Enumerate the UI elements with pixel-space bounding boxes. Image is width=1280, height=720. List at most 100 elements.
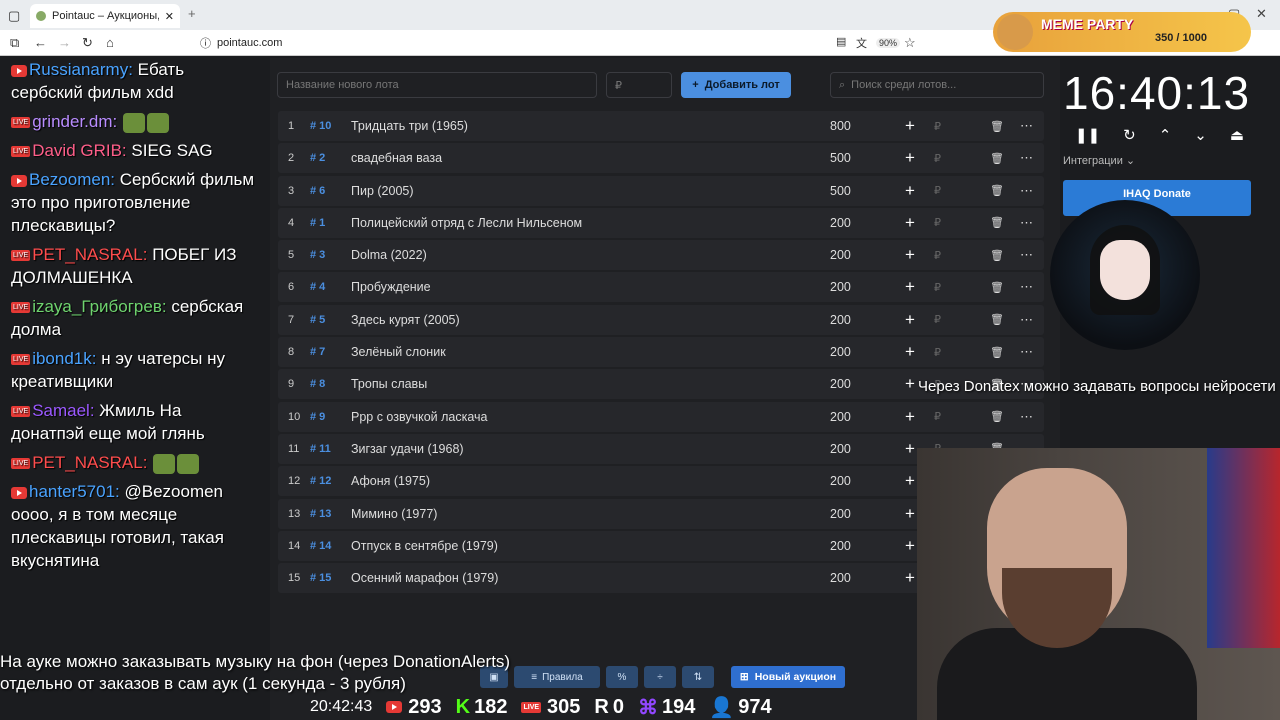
lot-price-input[interactable]: ₽ bbox=[606, 72, 672, 98]
tab-actions-icon[interactable]: ▢ bbox=[8, 8, 20, 24]
lot-name[interactable]: Пир (2005) bbox=[351, 184, 414, 198]
more-options-icon[interactable]: ⋯ bbox=[1020, 279, 1033, 295]
lot-name[interactable]: Отпуск в сентябре (1979) bbox=[351, 539, 498, 553]
pause-icon[interactable]: ❚❚ bbox=[1075, 126, 1100, 144]
lot-amount[interactable]: 200 bbox=[830, 377, 851, 391]
more-options-icon[interactable]: ⋯ bbox=[1020, 183, 1033, 199]
currency-icon[interactable]: ₽ bbox=[934, 184, 941, 197]
favorite-star-icon[interactable]: ☆ bbox=[904, 35, 916, 51]
lot-name[interactable]: Dolma (2022) bbox=[351, 248, 427, 262]
site-info-icon[interactable]: ⓘ bbox=[200, 35, 211, 51]
lot-name[interactable]: Зелёный слоник bbox=[351, 345, 446, 359]
translate-icon[interactable]: 文 bbox=[856, 35, 867, 51]
lot-amount[interactable]: 500 bbox=[830, 151, 851, 165]
currency-icon[interactable]: ₽ bbox=[934, 120, 941, 133]
zoom-level[interactable]: 90% bbox=[876, 38, 901, 48]
more-options-icon[interactable]: ⋯ bbox=[1020, 344, 1033, 360]
integrations-dropdown[interactable]: Интеграции ⌄ bbox=[1063, 154, 1135, 167]
add-lot-button[interactable]: + Добавить лот bbox=[681, 72, 791, 98]
split-icon[interactable]: ÷ bbox=[644, 666, 676, 688]
lot-amount[interactable]: 200 bbox=[830, 474, 851, 488]
add-amount-icon[interactable]: + bbox=[905, 277, 915, 297]
add-amount-icon[interactable]: + bbox=[905, 568, 915, 588]
lot-amount[interactable]: 500 bbox=[830, 184, 851, 198]
new-auction-button[interactable]: ⊞ Новый аукцион bbox=[731, 666, 845, 688]
lot-amount[interactable]: 800 bbox=[830, 119, 851, 133]
close-window-icon[interactable]: ✕ bbox=[1256, 6, 1267, 22]
lot-amount[interactable]: 200 bbox=[830, 539, 851, 553]
forward-icon[interactable]: → bbox=[58, 35, 71, 50]
decrease-time-icon[interactable]: ⌄ bbox=[1194, 126, 1207, 144]
currency-icon[interactable]: ₽ bbox=[934, 313, 941, 326]
add-amount-icon[interactable]: + bbox=[905, 407, 915, 427]
back-icon[interactable]: ← bbox=[34, 35, 47, 50]
lot-name[interactable]: Тридцать три (1965) bbox=[351, 119, 468, 133]
delete-lot-icon[interactable]: 🗑 bbox=[990, 184, 1004, 197]
add-amount-icon[interactable]: + bbox=[905, 471, 915, 491]
add-amount-icon[interactable]: + bbox=[905, 181, 915, 201]
add-amount-icon[interactable]: + bbox=[905, 213, 915, 233]
currency-icon[interactable]: ₽ bbox=[934, 281, 941, 294]
more-options-icon[interactable]: ⋯ bbox=[1020, 247, 1033, 263]
new-lot-input[interactable]: Название нового лота bbox=[277, 72, 597, 98]
add-amount-icon[interactable]: + bbox=[905, 148, 915, 168]
lot-amount[interactable]: 200 bbox=[830, 345, 851, 359]
delete-lot-icon[interactable]: 🗑 bbox=[990, 152, 1004, 165]
browser-tab[interactable]: Pointauc – Аукционы, лотереи ✕ bbox=[30, 4, 180, 28]
currency-icon[interactable]: ₽ bbox=[934, 249, 941, 262]
delete-lot-icon[interactable]: 🗑 bbox=[990, 281, 1004, 294]
lot-amount[interactable]: 200 bbox=[830, 507, 851, 521]
add-amount-icon[interactable]: + bbox=[905, 116, 915, 136]
lot-amount[interactable]: 200 bbox=[830, 442, 851, 456]
more-options-icon[interactable]: ⋯ bbox=[1020, 118, 1033, 134]
collapse-icon[interactable]: ⏏ bbox=[1230, 126, 1244, 144]
url-field[interactable]: ⓘ pointauc.com bbox=[200, 33, 920, 53]
percent-button[interactable]: % bbox=[606, 666, 638, 688]
more-options-icon[interactable]: ⋯ bbox=[1020, 312, 1033, 328]
lot-name[interactable]: Афоня (1975) bbox=[351, 474, 430, 488]
increase-time-icon[interactable]: ⌃ bbox=[1159, 126, 1172, 144]
reset-icon[interactable]: ↻ bbox=[1123, 126, 1136, 144]
delete-lot-icon[interactable]: 🗑 bbox=[990, 313, 1004, 326]
sort-icon[interactable]: ⇅ bbox=[682, 666, 714, 688]
delete-lot-icon[interactable]: 🗑 bbox=[990, 410, 1004, 423]
currency-icon[interactable]: ₽ bbox=[934, 410, 941, 423]
close-tab-icon[interactable]: ✕ bbox=[165, 10, 174, 23]
lot-name[interactable]: Мимино (1977) bbox=[351, 507, 437, 521]
lot-name[interactable]: Полицейский отряд с Лесли Нильсеном bbox=[351, 216, 582, 230]
lot-search-input[interactable]: ⌕ Поиск среди лотов... bbox=[830, 72, 1044, 98]
lot-amount[interactable]: 200 bbox=[830, 313, 851, 327]
add-amount-icon[interactable]: + bbox=[905, 310, 915, 330]
delete-lot-icon[interactable]: 🗑 bbox=[990, 249, 1004, 262]
more-options-icon[interactable]: ⋯ bbox=[1020, 409, 1033, 425]
delete-lot-icon[interactable]: 🗑 bbox=[990, 120, 1004, 133]
lot-amount[interactable]: 200 bbox=[830, 280, 851, 294]
more-options-icon[interactable]: ⋯ bbox=[1020, 215, 1033, 231]
delete-lot-icon[interactable]: 🗑 bbox=[990, 216, 1004, 229]
currency-icon[interactable]: ₽ bbox=[934, 152, 941, 165]
lot-name[interactable]: Осенний марафон (1979) bbox=[351, 571, 498, 585]
delete-lot-icon[interactable]: 🗑 bbox=[990, 346, 1004, 359]
more-options-icon[interactable]: ⋯ bbox=[1020, 150, 1033, 166]
reader-mode-icon[interactable]: ▤ bbox=[836, 35, 846, 48]
add-amount-icon[interactable]: + bbox=[905, 374, 915, 394]
lot-amount[interactable]: 200 bbox=[830, 248, 851, 262]
add-amount-icon[interactable]: + bbox=[905, 245, 915, 265]
lot-name[interactable]: Пробуждение bbox=[351, 280, 431, 294]
lot-amount[interactable]: 200 bbox=[830, 410, 851, 424]
workspace-icon[interactable]: ⧉ bbox=[10, 35, 19, 51]
home-icon[interactable]: ⌂ bbox=[106, 35, 114, 50]
currency-icon[interactable]: ₽ bbox=[934, 346, 941, 359]
lot-amount[interactable]: 200 bbox=[830, 216, 851, 230]
add-amount-icon[interactable]: + bbox=[905, 439, 915, 459]
add-amount-icon[interactable]: + bbox=[905, 504, 915, 524]
currency-icon[interactable]: ₽ bbox=[934, 216, 941, 229]
lot-name[interactable]: свадебная ваза bbox=[351, 151, 442, 165]
add-amount-icon[interactable]: + bbox=[905, 342, 915, 362]
lot-name[interactable]: Тропы славы bbox=[351, 377, 427, 391]
reload-icon[interactable]: ↻ bbox=[82, 35, 93, 51]
lot-name[interactable]: Ррр с озвучкой ласкача bbox=[351, 410, 488, 424]
lot-name[interactable]: Зигзаг удачи (1968) bbox=[351, 442, 464, 456]
new-tab-icon[interactable]: + bbox=[188, 6, 196, 21]
rules-button[interactable]: ≡ Правила bbox=[514, 666, 600, 688]
